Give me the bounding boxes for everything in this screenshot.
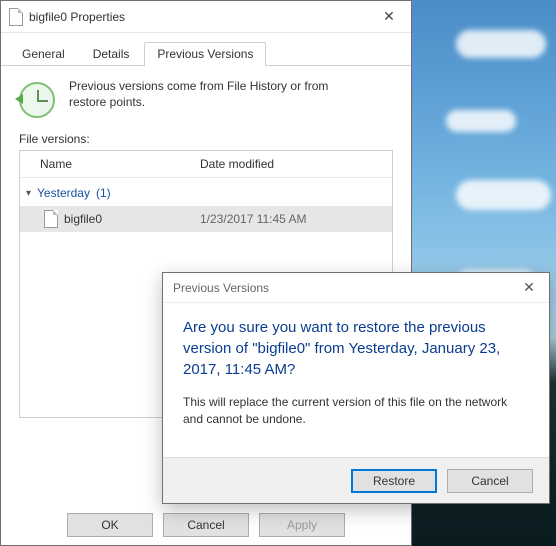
cancel-button[interactable]: Cancel <box>163 513 249 537</box>
apply-button: Apply <box>259 513 345 537</box>
tab-strip: General Details Previous Versions <box>1 33 411 66</box>
version-name: bigfile0 <box>64 212 200 226</box>
close-icon[interactable]: ✕ <box>367 2 411 32</box>
cloud-deco <box>446 110 516 132</box>
confirm-buttons: Restore Cancel <box>163 457 549 503</box>
group-label: Yesterday <box>37 186 90 200</box>
window-title: bigfile0 Properties <box>29 10 361 24</box>
restore-button[interactable]: Restore <box>351 469 437 493</box>
ok-button[interactable]: OK <box>67 513 153 537</box>
confirm-dialog: Previous Versions ✕ Are you sure you wan… <box>162 272 550 504</box>
tab-previous-versions[interactable]: Previous Versions <box>144 42 266 66</box>
column-name[interactable]: Name <box>20 157 200 171</box>
column-date[interactable]: Date modified <box>200 157 392 171</box>
dialog-titlebar[interactable]: Previous Versions ✕ <box>163 273 549 303</box>
arrow-back-icon <box>15 94 23 104</box>
dialog-buttons: OK Cancel Apply <box>1 513 411 537</box>
cancel-button[interactable]: Cancel <box>447 469 533 493</box>
dialog-title: Previous Versions <box>173 281 269 295</box>
confirm-sub-text: This will replace the current version of… <box>183 394 529 428</box>
history-icon <box>19 82 55 118</box>
file-icon <box>44 210 58 228</box>
file-icon <box>9 8 23 26</box>
chevron-down-icon: ▾ <box>26 188 31 199</box>
tab-details[interactable]: Details <box>80 42 143 66</box>
section-label: File versions: <box>19 132 393 146</box>
cloud-deco <box>456 30 546 58</box>
titlebar[interactable]: bigfile0 Properties ✕ <box>1 1 411 33</box>
cloud-deco <box>456 180 551 210</box>
group-yesterday[interactable]: ▾ Yesterday (1) <box>20 178 392 206</box>
confirm-main-text: Are you sure you want to restore the pre… <box>183 317 529 380</box>
info-text: Previous versions come from File History… <box>69 78 369 110</box>
tab-general[interactable]: General <box>9 42 78 66</box>
close-icon[interactable]: ✕ <box>509 279 549 296</box>
version-date: 1/23/2017 11:45 AM <box>200 212 307 226</box>
version-row[interactable]: bigfile0 1/23/2017 11:45 AM <box>20 206 392 232</box>
group-count: (1) <box>96 186 111 200</box>
column-headers: Name Date modified <box>20 151 392 178</box>
